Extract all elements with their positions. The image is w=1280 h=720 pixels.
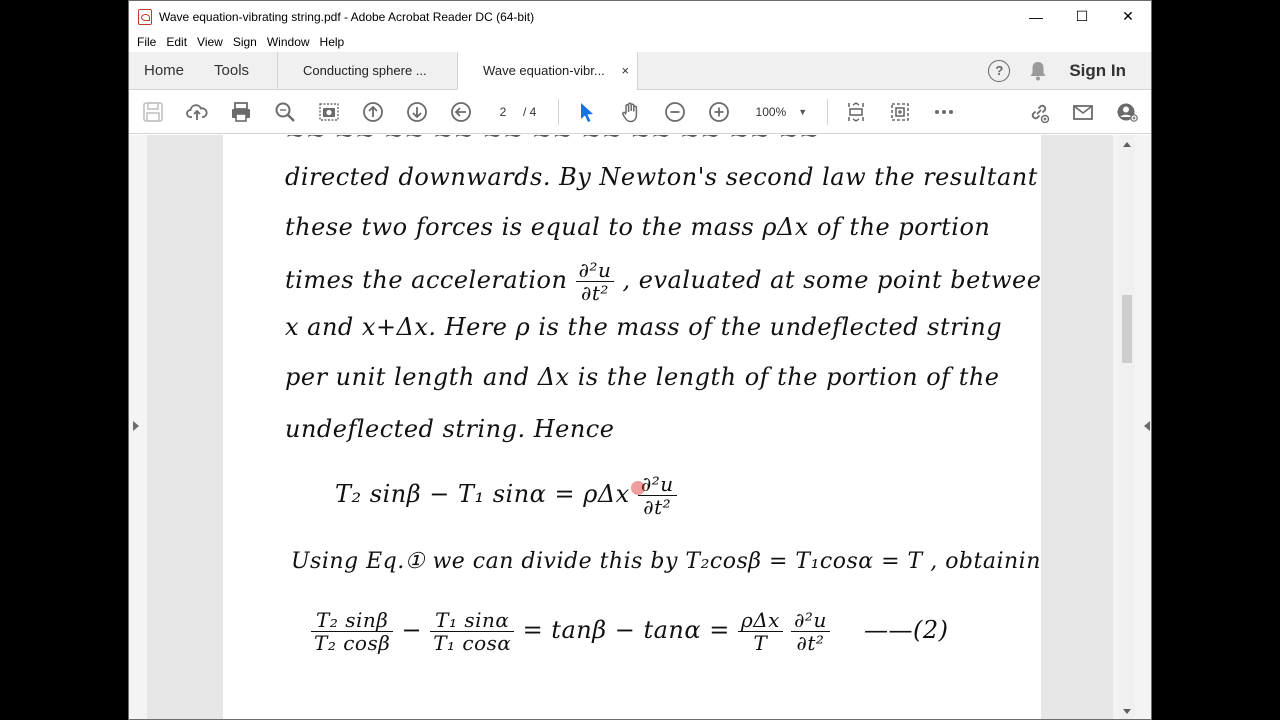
text-line: undeflected string. Hence xyxy=(285,415,615,443)
menu-edit[interactable]: Edit xyxy=(162,35,191,49)
window-title: Wave equation-vibrating string.pdf - Ado… xyxy=(159,9,535,24)
acrobat-window: Wave equation-vibrating string.pdf - Ado… xyxy=(128,0,1152,720)
expand-left-panel-icon[interactable] xyxy=(133,421,139,431)
equation-line: T₂ sinβ − T₁ sinα = ρΔx ∂²u ∂t² xyxy=(335,473,677,518)
tab-tools[interactable]: Tools xyxy=(199,52,277,89)
fraction-denominator: T₂ cosβ xyxy=(314,631,391,655)
equation-text: = tanβ − tanα = xyxy=(522,616,730,644)
fit-page-icon[interactable] xyxy=(834,90,878,134)
scrolling-mode-icon[interactable] xyxy=(878,90,922,134)
zoom-in-icon[interactable] xyxy=(697,90,741,134)
menu-view[interactable]: View xyxy=(193,35,227,49)
text-segment: , evaluated at some point between xyxy=(622,266,1041,294)
menu-file[interactable]: File xyxy=(133,35,160,49)
fraction-denominator: ∂t² xyxy=(581,281,609,305)
email-icon[interactable] xyxy=(1061,90,1105,134)
window-controls: — ☐ ✕ xyxy=(1013,1,1151,32)
text-line: directed downwards. By Newton's second l… xyxy=(285,163,1041,191)
cursor-highlight xyxy=(631,481,645,495)
sign-in-button[interactable]: Sign In xyxy=(1069,61,1126,81)
fraction-denominator: T₁ cosα xyxy=(433,631,512,655)
fraction-numerator: ρΔx xyxy=(737,609,783,632)
text-line: times the acceleration ∂²u ∂t² , evaluat… xyxy=(285,259,1041,304)
tab-document-label: Conducting sphere ... xyxy=(303,63,427,78)
zoom-level-dropdown[interactable]: 100% ▼ xyxy=(741,105,821,119)
tab-document-label: Wave equation-vibr... xyxy=(483,63,605,78)
zoom-level: 100% xyxy=(755,104,787,119)
fraction-denominator: ∂t² xyxy=(643,495,672,519)
page-number-input[interactable] xyxy=(483,100,523,123)
toolbar-divider xyxy=(558,98,560,125)
account-icon[interactable] xyxy=(1105,90,1149,134)
vertical-scrollbar[interactable] xyxy=(1119,135,1135,719)
next-page-icon[interactable] xyxy=(395,90,439,134)
menu-bar: File Edit View Sign Window Help xyxy=(129,32,1151,52)
acceleration-fraction: ∂²u ∂t² xyxy=(637,473,677,519)
acceleration-fraction: ∂²u ∂t² xyxy=(575,259,615,305)
equation-number: ——(2) xyxy=(863,616,949,644)
page-total: / 4 xyxy=(523,104,537,119)
text-line: per unit length and Δx is the length of … xyxy=(285,363,1000,391)
zoom-out-icon[interactable] xyxy=(653,90,697,134)
acceleration-fraction: ∂²u ∂t² xyxy=(791,609,830,654)
text-line-partial: ~~ ~~ ~~ ~~ ~~ ~~ ~~ ~~ ~~ ~~ ~~ xyxy=(285,135,820,149)
equation-text: T₂ sinβ − T₁ sinα = ρΔx xyxy=(335,480,630,508)
close-button[interactable]: ✕ xyxy=(1105,1,1151,32)
scroll-down-icon[interactable] xyxy=(1123,709,1131,714)
print-icon[interactable] xyxy=(219,90,263,134)
fraction-denominator: T xyxy=(753,631,768,655)
document-viewport[interactable]: ~~ ~~ ~~ ~~ ~~ ~~ ~~ ~~ ~~ ~~ ~~ directe… xyxy=(129,135,1151,719)
fraction-numerator: ∂²u xyxy=(791,609,830,632)
menu-sign[interactable]: Sign xyxy=(229,35,261,49)
menu-help[interactable]: Help xyxy=(316,35,349,49)
toolbar: / 4 100% ▼ xyxy=(129,90,1151,134)
tab-close-icon[interactable]: × xyxy=(621,63,629,78)
title-bar: Wave equation-vibrating string.pdf - Ado… xyxy=(129,1,1151,32)
help-icon[interactable]: ? xyxy=(988,59,1011,82)
minimize-button[interactable]: — xyxy=(1013,1,1059,32)
rho-over-t-fraction: ρΔx T xyxy=(737,609,783,655)
text-line: Using Eq.① we can divide this by T₂cosβ … xyxy=(291,549,1041,574)
sin-beta-fraction: T₂ sinβ T₂ cosβ xyxy=(311,609,394,655)
tab-document-wave-equation[interactable]: Wave equation-vibr... × xyxy=(457,52,638,90)
notification-bell-icon[interactable] xyxy=(1029,61,1047,81)
save-icon[interactable] xyxy=(131,90,175,134)
fraction-numerator: T₁ sinα xyxy=(430,609,515,632)
text-line: these two forces is equal to the mass ρΔ… xyxy=(285,213,991,241)
more-tools-icon[interactable] xyxy=(922,90,966,134)
go-back-icon[interactable] xyxy=(439,90,483,134)
pdf-page: ~~ ~~ ~~ ~~ ~~ ~~ ~~ ~~ ~~ ~~ ~~ directe… xyxy=(223,135,1041,719)
text-segment: times the acceleration xyxy=(285,266,568,294)
scroll-up-icon[interactable] xyxy=(1123,142,1131,147)
tab-home[interactable]: Home xyxy=(129,52,199,89)
upload-cloud-icon[interactable] xyxy=(175,90,219,134)
fraction-numerator: ∂²u xyxy=(575,259,615,282)
left-panel-toggle[interactable] xyxy=(129,135,147,719)
expand-right-panel-icon[interactable] xyxy=(1144,421,1150,431)
scrollbar-thumb[interactable] xyxy=(1122,295,1132,363)
equation-text: − xyxy=(401,616,431,644)
fraction-numerator: T₂ sinβ xyxy=(311,609,394,632)
tab-empty-space xyxy=(637,52,639,89)
select-cursor-icon[interactable] xyxy=(565,90,609,134)
text-line: x and x+Δx. Here ρ is the mass of the un… xyxy=(285,313,1003,341)
sin-alpha-fraction: T₁ sinα T₁ cosα xyxy=(430,609,515,655)
fraction-denominator: ∂t² xyxy=(796,631,825,655)
toolbar-divider xyxy=(827,98,829,125)
search-icon[interactable] xyxy=(263,90,307,134)
tab-document-conducting-sphere[interactable]: Conducting sphere ... xyxy=(277,52,457,89)
share-link-icon[interactable] xyxy=(1017,90,1061,134)
tab-bar-right: ? Sign In xyxy=(988,52,1151,89)
equation-line-2: T₂ sinβ T₂ cosβ − T₁ sinα T₁ cosα = tanβ… xyxy=(311,609,948,654)
tab-bar: Home Tools Conducting sphere ... Wave eq… xyxy=(129,52,1151,90)
hand-tool-icon[interactable] xyxy=(609,90,653,134)
snapshot-camera-icon[interactable] xyxy=(307,90,351,134)
menu-window[interactable]: Window xyxy=(263,35,314,49)
chevron-down-icon: ▼ xyxy=(798,106,808,117)
acrobat-app-icon xyxy=(138,8,152,25)
previous-page-icon[interactable] xyxy=(351,90,395,134)
maximize-button[interactable]: ☐ xyxy=(1059,1,1105,32)
